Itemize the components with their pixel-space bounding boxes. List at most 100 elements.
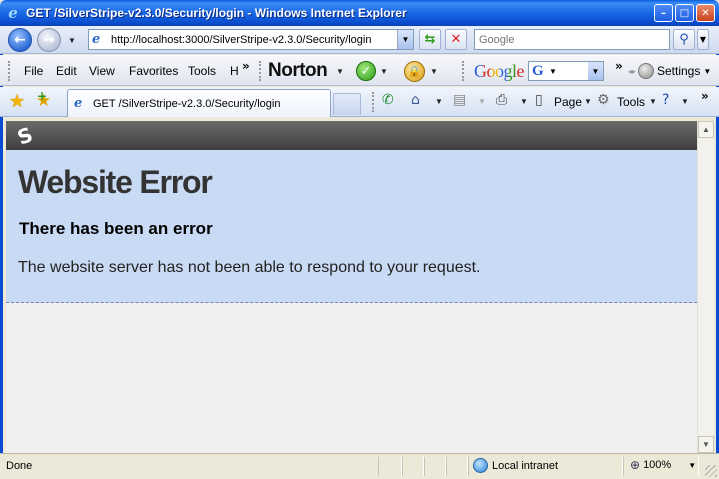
plus-icon: +: [37, 89, 48, 103]
search-options-button[interactable]: ▼: [697, 29, 709, 50]
error-subtitle: There has been an error: [19, 219, 213, 238]
norton-check-icon[interactable]: ✓: [356, 61, 376, 81]
error-panel: Website Error There has been an error Th…: [6, 150, 697, 303]
window-title: GET /SilverStripe-v2.3.0/Security/login …: [26, 6, 407, 20]
address-toolbar: ← → ▼ e ▼ ⇆ ✕ ⚲ ▼: [0, 26, 719, 54]
chevron-down-icon: ▼: [703, 66, 712, 76]
stop-icon: ✕: [450, 32, 462, 47]
google-overflow-icon[interactable]: »: [615, 59, 623, 73]
status-panel: [446, 457, 468, 476]
chevron-down-icon[interactable]: ▼: [435, 97, 443, 106]
google-logo: Google: [474, 61, 525, 82]
help-icon[interactable]: ?: [662, 92, 669, 108]
chevron-down-icon: ▼: [699, 35, 707, 44]
chevron-down-icon: ▼: [591, 66, 600, 76]
chevron-down-icon[interactable]: ▼: [688, 461, 696, 470]
toolbar-grip[interactable]: [462, 61, 465, 81]
settings-label: Settings: [657, 64, 701, 78]
page-menu-icon[interactable]: ▯: [535, 92, 543, 108]
refresh-icon: ⇆: [424, 32, 436, 47]
norton-logo[interactable]: Norton: [268, 60, 328, 82]
new-tab-button[interactable]: [333, 93, 361, 115]
vertical-scrollbar[interactable]: ▲ ▼: [697, 121, 714, 453]
status-panel: [378, 457, 402, 476]
google-logo-text: Google: [474, 61, 525, 81]
toolbar-grip[interactable]: [259, 61, 262, 81]
menu-view[interactable]: View: [89, 64, 115, 78]
menu-bar: File Edit View Favorites Tools H » Norto…: [0, 55, 719, 86]
scroll-up-button[interactable]: ▲: [698, 121, 714, 138]
chevron-down-icon[interactable]: ▼: [649, 97, 657, 106]
scroll-down-button[interactable]: ▼: [698, 436, 714, 453]
tab-bar: ★ ★ + e GET /SilverStripe-v2.3.0/Security…: [0, 87, 719, 117]
resize-arrows-icon: ◂▸: [628, 67, 637, 76]
google-g-icon: G: [532, 62, 544, 79]
refresh-button[interactable]: ⇆: [419, 29, 441, 50]
page-menu-button[interactable]: Page: [554, 95, 582, 109]
menu-help[interactable]: H: [230, 64, 239, 78]
forward-button[interactable]: →: [37, 28, 61, 52]
page-content: S Website Error There has been an error …: [6, 121, 697, 453]
google-dropdown-button[interactable]: ▼: [588, 62, 603, 80]
chevron-down-icon[interactable]: ▼: [584, 97, 592, 106]
close-icon: ✕: [701, 7, 710, 19]
silverstripe-logo-icon[interactable]: S: [8, 121, 43, 152]
zoom-magnifier-icon: ⊕: [630, 458, 641, 472]
menu-favorites[interactable]: Favorites: [129, 64, 178, 78]
menu-overflow-icon[interactable]: »: [242, 59, 250, 73]
tab-active[interactable]: e GET /SilverStripe-v2.3.0/Security/logi…: [67, 89, 331, 117]
status-bar: Done Local intranet ⊕ 100% ▼: [0, 453, 719, 479]
favorites-star-icon[interactable]: ★: [9, 91, 25, 112]
chevron-down-icon[interactable]: ▼: [380, 67, 388, 76]
title-bar[interactable]: e GET /SilverStripe-v2.3.0/Security/logi…: [0, 0, 719, 26]
error-message: The website server has not been able to …: [18, 259, 481, 276]
history-dropdown-button[interactable]: ▼: [68, 36, 76, 45]
ie-icon: e: [8, 4, 18, 22]
zoom-level: 100%: [643, 459, 672, 471]
norton-dropdown-icon[interactable]: ▼: [336, 67, 344, 76]
security-zone[interactable]: Local intranet: [473, 458, 558, 473]
print-icon[interactable]: ⎙: [496, 92, 507, 108]
search-box: [474, 29, 670, 50]
home-icon[interactable]: ⌂: [411, 92, 420, 108]
command-overflow-icon[interactable]: »: [701, 89, 709, 103]
google-search-select[interactable]: G ▼ ▼: [528, 61, 604, 81]
chevron-down-icon: ▼: [401, 35, 410, 44]
gear-icon[interactable]: ⚙: [597, 92, 610, 108]
close-button[interactable]: ✕: [696, 4, 715, 22]
status-text: Done: [6, 460, 33, 472]
minimize-button[interactable]: –: [654, 4, 673, 22]
menu-tools[interactable]: Tools: [188, 64, 216, 78]
chevron-down-icon: ▼: [549, 66, 557, 76]
search-input[interactable]: [475, 30, 669, 49]
menu-file[interactable]: File: [24, 64, 43, 78]
url-input[interactable]: [108, 33, 393, 46]
maximize-icon: □: [679, 7, 690, 19]
window-controls: – □ ✕: [654, 4, 715, 22]
zoom-control[interactable]: ⊕ 100% ▼: [630, 458, 696, 472]
page-icon: e: [74, 96, 83, 111]
chevron-down-icon[interactable]: ▼: [520, 97, 528, 106]
chevron-down-icon: ▼: [478, 97, 486, 106]
chevron-down-icon[interactable]: ▼: [681, 97, 689, 106]
toolbar-grip[interactable]: [8, 61, 11, 81]
feeds-window-icon[interactable]: ✆: [382, 92, 394, 108]
chevron-down-icon[interactable]: ▼: [430, 67, 438, 76]
maximize-button[interactable]: □: [675, 4, 694, 22]
address-dropdown-button[interactable]: ▼: [397, 30, 413, 49]
tools-menu-button[interactable]: Tools: [617, 95, 645, 109]
search-button[interactable]: ⚲: [673, 29, 695, 50]
back-button[interactable]: ←: [8, 28, 32, 52]
feeds-icon[interactable]: ▤: [453, 92, 466, 108]
menu-edit[interactable]: Edit: [56, 64, 77, 78]
status-panel: [402, 457, 424, 476]
back-arrow-icon: ←: [14, 32, 26, 48]
tab-label: GET /SilverStripe-v2.3.0/Security/login: [93, 97, 281, 110]
norton-lock-icon[interactable]: 🔒: [404, 61, 425, 82]
stop-button[interactable]: ✕: [445, 29, 467, 50]
toolbar-grip[interactable]: [372, 92, 375, 112]
settings-button[interactable]: Settings ▼: [638, 63, 711, 79]
resize-grip[interactable]: [705, 465, 717, 477]
chevron-down-icon: ▼: [702, 440, 710, 449]
add-favorites-icon[interactable]: ★ +: [36, 89, 51, 111]
